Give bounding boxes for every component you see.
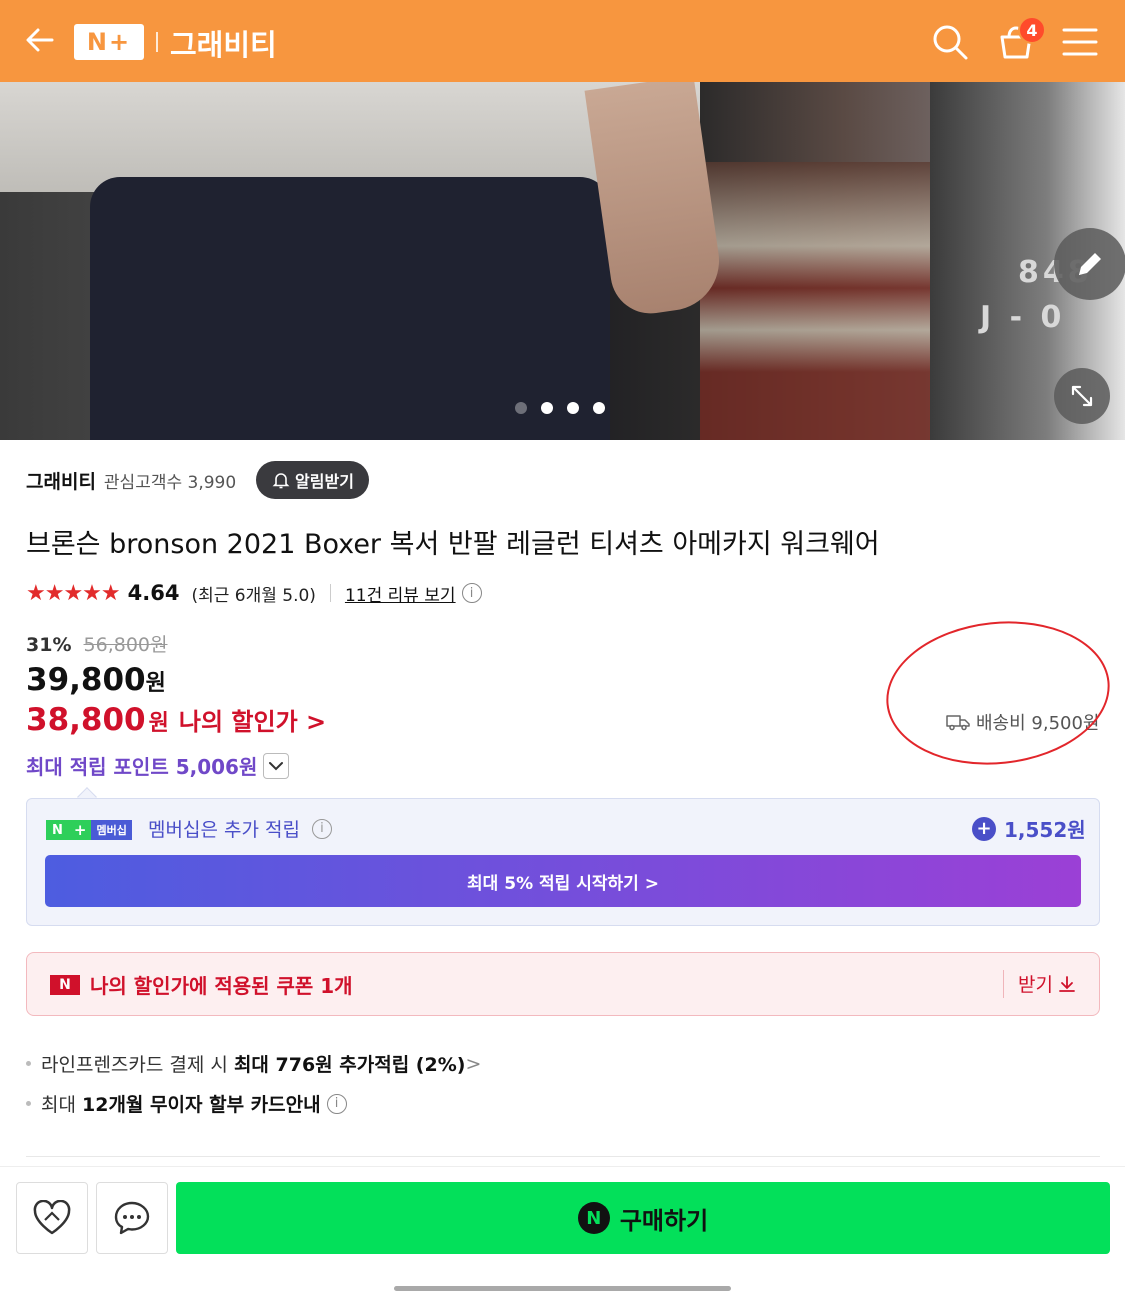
discount-row: 31% 56,800원 <box>26 630 168 657</box>
buy-button[interactable]: N 구매하기 <box>176 1182 1110 1254</box>
original-price: 56,800원 <box>83 634 168 656</box>
sale-price-unit: 원 <box>145 671 166 696</box>
logo-text: N+ <box>86 28 132 56</box>
naver-pay-logo: N <box>577 1202 610 1234</box>
header-store-name[interactable]: 그래비티 <box>170 22 277 64</box>
my-price-value: 38,800 <box>26 702 146 738</box>
red-annotation-circle <box>879 610 1117 776</box>
coupon-download-button[interactable]: 받기 <box>1018 970 1077 997</box>
store-info-row: 그래비티 관심고객수 3,990 <box>26 462 236 498</box>
download-icon <box>1059 975 1075 992</box>
bell-plus-icon <box>272 473 290 489</box>
rating-separator <box>329 584 331 602</box>
cart-count-badge: 4 <box>1018 16 1046 44</box>
benefit-suffix: > <box>465 1052 482 1075</box>
membership-label-text: 멤버십은 추가 적립 <box>148 819 300 841</box>
sale-price-value: 39,800 <box>26 662 146 698</box>
section-divider <box>26 1156 1100 1157</box>
chat-bubble-icon <box>114 1201 150 1235</box>
carousel-dot[interactable] <box>567 402 579 414</box>
max-points-text: 최대 적립 포인트 5,006원 <box>26 755 258 779</box>
benefit-card-points[interactable]: 라인프렌즈카드 결제 시 최대 776원 추가적립 (2%) > <box>26 1050 481 1077</box>
rating-row: ★★★★★ 4.64 (최근 6개월 5.0) 11건 리뷰 보기 i <box>26 578 482 608</box>
naver-coupon-logo: N <box>50 975 80 995</box>
heart-icon <box>33 1200 71 1235</box>
carousel-dot[interactable] <box>515 402 527 414</box>
my-price-row[interactable]: 38,800 원 나의 할인가 > <box>26 702 326 738</box>
info-icon[interactable]: i <box>461 583 482 603</box>
carousel-dot[interactable] <box>593 402 605 414</box>
membership-extra-points-value: 1,552원 <box>1004 818 1086 842</box>
naver-plus-logo[interactable]: N+ <box>74 24 144 60</box>
rating-score: 4.64 <box>127 581 180 605</box>
recent-rating: (최근 6개월 5.0) <box>191 585 316 606</box>
alarm-subscribe-button[interactable]: 알림받기 <box>256 461 369 499</box>
benefit-prefix: 라인프렌즈카드 결제 시 <box>41 1054 228 1076</box>
image-pants-area <box>90 177 610 440</box>
coupon-separator <box>1003 970 1004 998</box>
naver-plus-membership-logo: N + 멤버십 <box>46 820 132 840</box>
image-text-code: J - 0 <box>980 300 1066 335</box>
pencil-edit-icon[interactable] <box>1054 228 1125 300</box>
home-indicator <box>394 1286 731 1291</box>
membership-start-button[interactable]: 최대 5% 적립 시작하기 > <box>45 855 1081 907</box>
coupon-download-label: 받기 <box>1018 974 1053 996</box>
membership-logo-label: 멤버십 <box>91 820 132 840</box>
membership-logo-n: N <box>46 820 69 840</box>
my-price-label: 나의 할인가 > <box>178 708 327 736</box>
membership-extra-points: + 1,552원 <box>972 814 1086 843</box>
store-name[interactable]: 그래비티 <box>26 467 96 494</box>
carousel-dots <box>515 402 605 414</box>
max-points-row[interactable]: 최대 적립 포인트 5,006원 <box>26 751 290 780</box>
info-icon[interactable]: i <box>326 1093 347 1114</box>
wishlist-heart-button[interactable] <box>16 1182 88 1254</box>
carousel-dot[interactable] <box>541 402 553 414</box>
back-arrow-icon[interactable] <box>22 22 58 58</box>
top-header: N+ 그래비티 4 <box>0 0 1125 82</box>
bullet-dot <box>26 1101 31 1106</box>
image-background-crate <box>700 162 930 440</box>
talk-chat-button[interactable] <box>96 1182 168 1254</box>
sale-price: 39,800원 <box>26 662 166 698</box>
search-icon[interactable] <box>930 22 970 62</box>
expand-icon[interactable] <box>1054 368 1110 424</box>
review-link[interactable]: 11건 리뷰 보기 <box>345 581 456 606</box>
rating-stars-icon: ★★★★★ <box>26 580 121 606</box>
benefit-strong: 12개월 무이자 할부 카드안내 <box>82 1094 321 1116</box>
my-price-unit: 원 <box>148 711 169 736</box>
alarm-subscribe-label: 알림받기 <box>295 472 354 491</box>
membership-logo-plus: + <box>68 820 92 840</box>
follower-count: 관심고객수 3,990 <box>103 472 237 493</box>
product-title: 브론슨 bronson 2021 Boxer 복서 반팔 레글런 티셔츠 아메카… <box>26 529 880 560</box>
logo-divider <box>156 32 158 52</box>
discount-rate: 31% <box>26 634 72 656</box>
hamburger-menu-icon[interactable] <box>1062 26 1098 58</box>
plus-circle-icon: + <box>972 816 996 841</box>
coupon-text: 나의 할인가에 적용된 쿠폰 1개 <box>90 974 353 998</box>
benefit-prefix: 최대 <box>41 1094 76 1116</box>
bullet-dot <box>26 1061 31 1066</box>
chevron-down-icon[interactable] <box>263 752 290 779</box>
membership-label: 멤버십은 추가 적립 i <box>148 815 332 842</box>
product-image-carousel[interactable] <box>0 82 1125 440</box>
benefit-installment: 최대 12개월 무이자 할부 카드안내 i <box>26 1090 347 1117</box>
buy-button-label: 구매하기 <box>619 1206 709 1235</box>
benefit-strong: 최대 776원 추가적립 (2%) <box>233 1054 466 1076</box>
info-icon[interactable]: i <box>311 818 332 839</box>
